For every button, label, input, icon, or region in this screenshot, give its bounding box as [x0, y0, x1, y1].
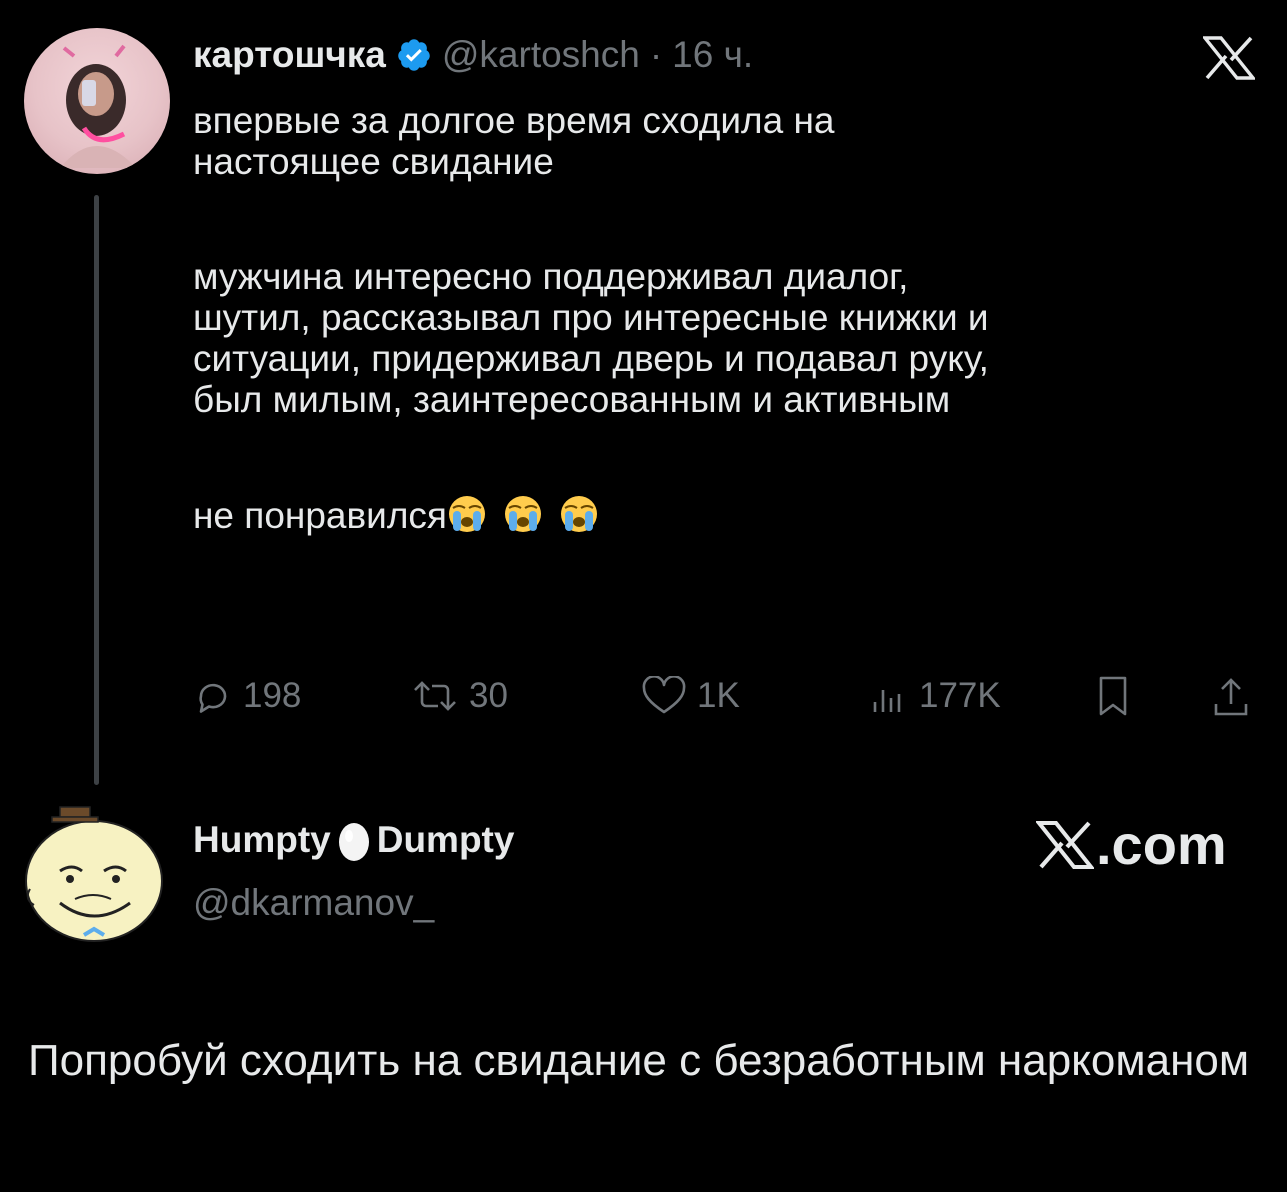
x-logo-icon [1036, 820, 1094, 869]
reply-author-handle[interactable]: @dkarmanov_ [193, 882, 434, 924]
x-com-branding: .com [1036, 812, 1227, 877]
tweet-text-last: не понравился [193, 495, 447, 536]
reply-icon [199, 683, 227, 713]
reply-button[interactable]: 198 [193, 670, 301, 722]
separator-dot: · [649, 34, 663, 75]
like-icon [642, 676, 686, 714]
like-button[interactable]: 1K [641, 670, 740, 722]
tweet-actions-bar: 198 30 1K 177K [193, 670, 1263, 722]
tweet-text-line-final: не понравился [193, 494, 1263, 536]
views-button[interactable]: 177K [869, 670, 1001, 722]
views-icon [873, 690, 901, 712]
tweet-header: картошчка @kartoshch · 16 ч. [193, 34, 753, 76]
share-icon [1214, 678, 1248, 716]
tweet-text-line: настоящее свидание [193, 141, 554, 182]
egg-icon [338, 823, 369, 861]
bookmark-icon [1099, 676, 1127, 716]
tweet-text-line: шутил, рассказывал про интересные книжки… [193, 297, 989, 338]
author-name-part2: Dumpty [376, 819, 515, 860]
thread-connector-line [94, 195, 99, 785]
verified-badge-icon [398, 39, 430, 71]
loudly-crying-face-icon [504, 496, 541, 532]
retweet-button[interactable]: 30 [411, 670, 508, 722]
tweet-text-line: мужчина интересно поддерживал диалог, [193, 256, 909, 297]
tweet-text-line: ситуации, придерживал дверь и подавал ру… [193, 338, 989, 379]
tweet-text-line: был милым, заинтересованным и активным [193, 379, 951, 420]
x-logo-icon [1203, 36, 1255, 80]
loudly-crying-face-icon [560, 496, 597, 532]
retweet-icon [414, 681, 456, 711]
reply-text: Попробуй сходить на свидание с безработн… [28, 1036, 1250, 1085]
avatar-kartoshch[interactable] [24, 28, 170, 174]
tweet-text: впервые за долгое время сходила на насто… [193, 100, 1263, 536]
like-count: 1K [697, 676, 740, 715]
x-com-text: .com [1096, 813, 1227, 876]
reply-author-name[interactable]: Humpty Dumpty [193, 818, 514, 862]
tweet-time[interactable]: 16 ч. [672, 34, 753, 76]
retweet-count: 30 [469, 676, 508, 715]
share-button[interactable] [1211, 670, 1251, 722]
author-handle[interactable]: @kartoshch [442, 34, 640, 76]
bookmark-button[interactable] [1093, 670, 1133, 722]
author-name-part1: Humpty [193, 819, 331, 860]
avatar-humpty-dumpty[interactable] [20, 795, 168, 943]
loudly-crying-face-icon [448, 496, 485, 532]
reply-count: 198 [243, 676, 302, 715]
views-count: 177K [919, 676, 1001, 715]
author-name[interactable]: картошчка [193, 34, 386, 76]
tweet-text-line: впервые за долгое время сходила на [193, 100, 835, 141]
